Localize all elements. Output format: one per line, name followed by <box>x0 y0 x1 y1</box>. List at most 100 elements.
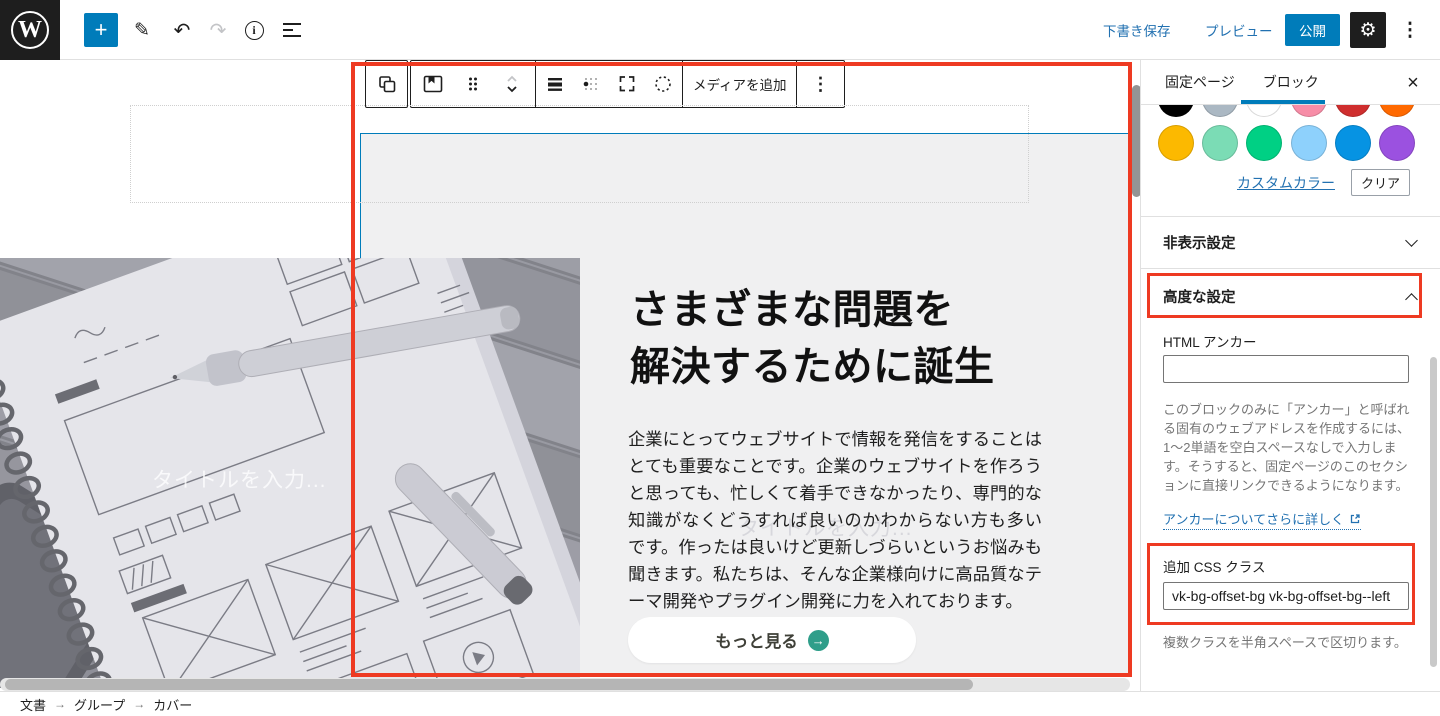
full-height-toggle-button[interactable] <box>610 64 644 104</box>
color-swatch[interactable] <box>1379 125 1415 161</box>
color-swatch[interactable] <box>1202 105 1238 117</box>
canvas-horizontal-scrollbar[interactable] <box>0 678 1130 691</box>
settings-toggle-button[interactable]: ⚙ <box>1350 12 1386 48</box>
horizontal-scrollbar-thumb[interactable] <box>5 679 973 690</box>
info-icon: i <box>245 21 264 40</box>
html-anchor-input[interactable] <box>1163 355 1409 383</box>
color-swatch[interactable] <box>1246 125 1282 161</box>
html-anchor-label: HTML アンカー <box>1163 331 1256 351</box>
color-palette-row-1 <box>1158 105 1415 117</box>
redo-button[interactable]: ↷ <box>202 14 234 46</box>
color-swatch[interactable] <box>1158 125 1194 161</box>
color-swatch[interactable] <box>1335 125 1371 161</box>
block-toolbar-parent-group <box>365 60 408 108</box>
select-parent-block-button[interactable] <box>370 64 404 104</box>
save-draft-button[interactable]: 下書き保存 <box>1103 20 1171 40</box>
panel-advanced-settings[interactable]: 高度な設定 <box>1141 269 1440 323</box>
block-type-button[interactable] <box>416 64 450 104</box>
drag-handle[interactable] <box>456 64 490 104</box>
panel-hidden-settings[interactable]: 非表示設定 <box>1141 217 1440 268</box>
breadcrumb-item[interactable]: グループ <box>74 695 125 714</box>
block-toolbar-options-section: ⋮ <box>796 61 844 107</box>
color-swatch[interactable] <box>1246 105 1282 117</box>
sidebar-header: 固定ページ ブロック × <box>1141 60 1440 105</box>
color-swatch[interactable] <box>1202 125 1238 161</box>
color-swatch[interactable] <box>1158 105 1194 117</box>
breadcrumb-bar: 文書→グループ→カバー <box>0 691 1440 716</box>
custom-color-link[interactable]: カスタムカラー <box>1237 173 1335 193</box>
cover-heading[interactable]: さまざまな問題を 解決するために誕生 <box>630 282 1060 396</box>
breadcrumb-arrow-icon: → <box>54 697 66 711</box>
empty-block-outline[interactable] <box>130 105 1029 203</box>
external-link-icon <box>1349 513 1361 525</box>
block-toolbar-media-section: メディアを追加 <box>682 61 796 107</box>
kebab-icon: ⋮ <box>812 74 830 95</box>
position-matrix-icon <box>579 72 603 96</box>
details-button[interactable]: i <box>238 14 270 46</box>
block-toolbar-block-section <box>411 61 535 107</box>
editor-canvas: さまざまな問題を 解決するために誕生 企業にとってウェブサイトで情報を発信をする… <box>0 60 1140 691</box>
undo-button[interactable]: ↶ <box>166 14 198 46</box>
hidden-settings-label: 非表示設定 <box>1163 232 1236 253</box>
move-up-icon <box>508 77 516 81</box>
duotone-filter-button[interactable] <box>646 64 680 104</box>
edit-mode-button[interactable]: ✎ <box>126 14 158 46</box>
wordpress-logo-icon: W <box>11 11 49 49</box>
css-class-input[interactable] <box>1163 582 1409 610</box>
full-height-icon <box>615 72 639 96</box>
drag-handle-icon <box>461 72 485 96</box>
gear-icon: ⚙ <box>1359 20 1376 41</box>
anchor-link-label: アンカーについてさらに詳しく <box>1163 509 1344 528</box>
redo-icon: ↷ <box>210 18 227 43</box>
breadcrumb-item[interactable]: カバー <box>153 695 192 714</box>
sidebar-content: カスタムカラー クリア 非表示設定 高度な設定 HTML アンカー このブロック… <box>1141 105 1440 690</box>
add-block-button[interactable]: + <box>84 13 118 47</box>
clear-color-button[interactable]: クリア <box>1351 169 1410 196</box>
tab-block[interactable]: ブロック <box>1263 60 1319 104</box>
cover-heading-line1: さまざまな問題を <box>630 282 1060 339</box>
chevron-up-icon <box>1405 293 1418 306</box>
anchor-help-text: このブロックのみに「アンカー」と呼ばれる固有のウェブアドレスを作成するには、1〜… <box>1163 400 1419 495</box>
color-swatch[interactable] <box>1379 105 1415 117</box>
editor-top-bar: W + ✎ ↶ ↷ i 下書き保存 プレビュー 公開 ⚙ ⋮ <box>0 0 1440 60</box>
tab-page[interactable]: 固定ページ <box>1165 60 1235 104</box>
canvas-vertical-scrollbar-thumb[interactable] <box>1132 85 1140 197</box>
list-view-button[interactable] <box>276 14 308 46</box>
wordpress-logo-button[interactable]: W <box>0 0 60 60</box>
chevron-down-icon <box>1405 234 1418 247</box>
alignment-button[interactable] <box>538 64 572 104</box>
preview-button[interactable]: プレビュー <box>1205 20 1273 40</box>
color-swatch[interactable] <box>1291 125 1327 161</box>
move-down-icon <box>508 87 516 91</box>
align-icon <box>543 72 567 96</box>
color-swatch[interactable] <box>1291 105 1327 117</box>
color-swatch[interactable] <box>1335 105 1371 117</box>
palette-tools: カスタムカラー クリア <box>1237 169 1410 196</box>
block-toolbar: メディアを追加 ⋮ <box>410 60 845 108</box>
color-palette-row-2 <box>1158 125 1415 161</box>
options-menu-button[interactable]: ⋮ <box>1396 16 1424 44</box>
sidebar-scrollbar-thumb[interactable] <box>1430 357 1437 667</box>
settings-sidebar: 固定ページ ブロック × カスタムカラー クリア 非表示設定 高度な設定 HTM… <box>1140 60 1440 691</box>
cover-paragraph[interactable]: 企業にとってウェブサイトで情報を発信をすることはとても重要なことです。企業のウェ… <box>628 426 1042 615</box>
close-icon: × <box>1407 72 1419 94</box>
post-title-placeholder[interactable]: タイトルを入力... <box>152 464 327 494</box>
content-position-button[interactable] <box>574 64 608 104</box>
css-class-help-text: 複数クラスを半角スペースで区切ります。 <box>1163 633 1419 652</box>
more-button[interactable]: もっと見る → <box>628 617 916 663</box>
advanced-settings-label: 高度な設定 <box>1163 286 1236 307</box>
more-button-label: もっと見る <box>715 628 798 652</box>
anchor-learn-more-link[interactable]: アンカーについてさらに詳しく <box>1163 509 1361 530</box>
block-options-button[interactable]: ⋮ <box>804 64 838 104</box>
list-view-icon <box>283 20 301 41</box>
block-mover[interactable] <box>495 64 529 104</box>
duotone-circle-icon <box>651 72 675 96</box>
publish-button[interactable]: 公開 <box>1285 14 1340 46</box>
close-sidebar-button[interactable]: × <box>1400 70 1426 96</box>
breadcrumb-item[interactable]: 文書 <box>20 695 46 714</box>
css-class-label: 追加 CSS クラス <box>1163 556 1266 576</box>
add-media-button[interactable]: メディアを追加 <box>693 74 787 94</box>
cover-block-icon <box>421 72 445 96</box>
undo-icon: ↶ <box>174 18 191 43</box>
arrow-circle-icon: → <box>808 630 829 651</box>
